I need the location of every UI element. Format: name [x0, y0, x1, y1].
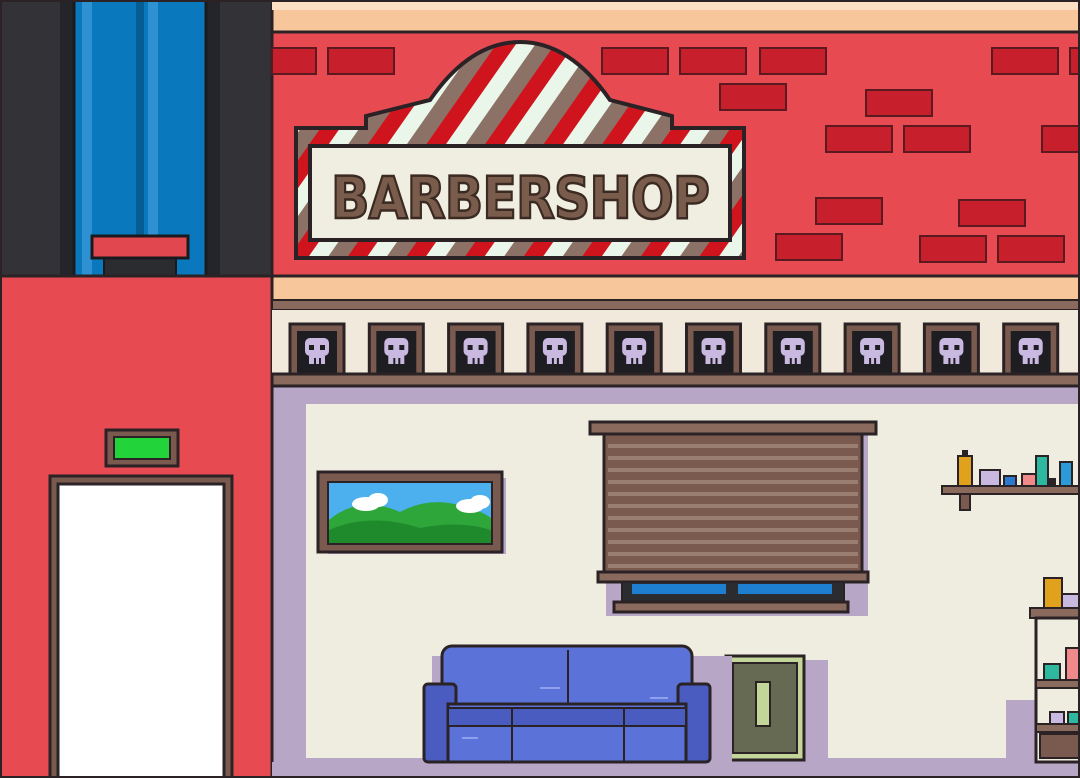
skull-frame	[685, 322, 742, 378]
skull-frame	[1002, 322, 1060, 378]
skull-frame	[367, 322, 425, 378]
skull-frame	[764, 322, 822, 378]
light-switch[interactable]	[724, 654, 828, 762]
skull-frame	[526, 322, 584, 378]
game-scene: BARBERSHOP	[0, 0, 1080, 778]
landscape-painting	[316, 470, 506, 554]
skull-shelf	[270, 372, 1080, 388]
elevator-shaft	[0, 0, 272, 278]
skull-frame	[843, 322, 901, 378]
skull-frame	[605, 322, 663, 378]
elevator-door[interactable]	[48, 474, 234, 778]
barbershop-sign-text: BARBERSHOP	[331, 164, 709, 232]
elevator-indicator	[104, 428, 180, 468]
sofa[interactable]	[422, 644, 732, 764]
skull-frame	[288, 322, 346, 378]
skull-frame	[447, 322, 505, 378]
window-blinds	[588, 420, 878, 616]
skull-frame	[922, 322, 980, 378]
facade-top-trim	[270, 0, 1080, 34]
